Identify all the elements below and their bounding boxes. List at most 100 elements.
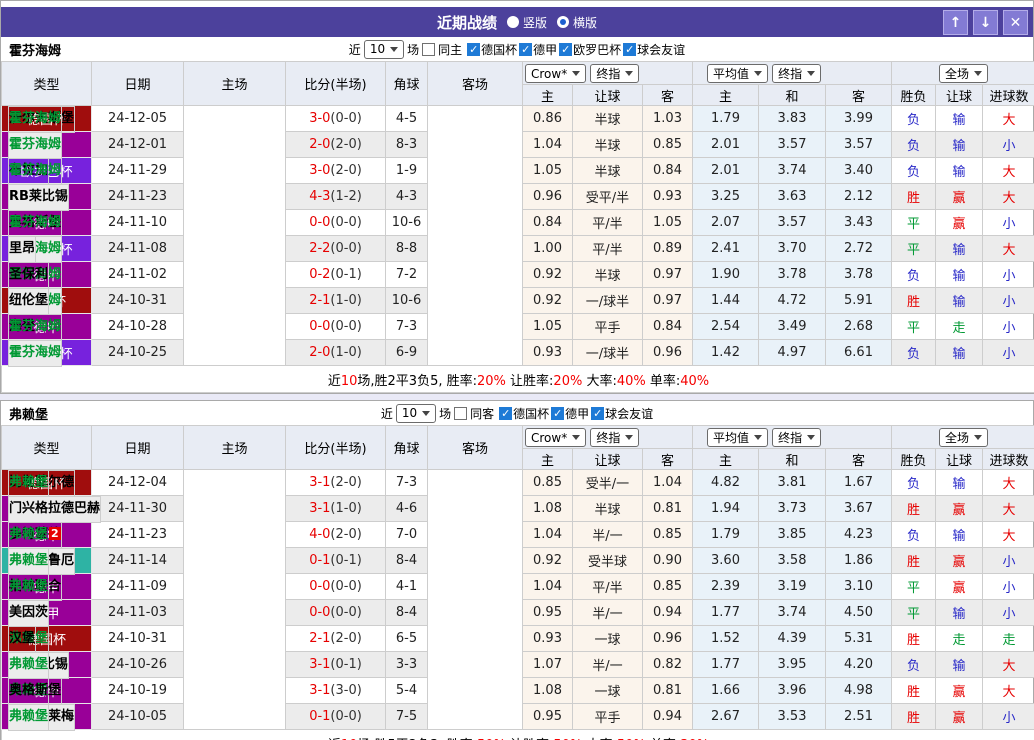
sub-header: 客 bbox=[642, 448, 693, 470]
match-count-select[interactable]: 10 bbox=[395, 403, 437, 423]
corner-score: 10-6 bbox=[385, 287, 428, 314]
table-row: 德甲24-11-03弗赖堡0-0(0-0)8-4美因茨0.95半/一0.941.… bbox=[1, 599, 1034, 627]
avg-time-select[interactable]: 终指 bbox=[772, 64, 822, 83]
league-checkbox[interactable] bbox=[559, 42, 573, 56]
league-label: 球会友谊 bbox=[637, 42, 686, 57]
result-goals: 大 bbox=[982, 521, 1034, 548]
table-row: 德甲 24-11-23 多特蒙德 4-0(2-0) 7-0 弗赖堡 2 1.04 半/一 0.85… bbox=[1, 521, 1034, 549]
league-checkbox[interactable] bbox=[499, 406, 513, 420]
league-checkbox[interactable] bbox=[623, 42, 637, 56]
close-button[interactable]: ✕ bbox=[1003, 10, 1028, 35]
avg-draw: 3.95 bbox=[758, 651, 826, 678]
score-cell: 0-1(0-0) bbox=[285, 703, 386, 730]
score-cell: 3-0(0-0) bbox=[285, 105, 386, 132]
handicap: 一/球半 bbox=[572, 287, 643, 314]
odds-away: 0.96 bbox=[642, 339, 693, 366]
result-handicap: 输 bbox=[935, 599, 984, 626]
avg-home: 2.54 bbox=[692, 313, 759, 340]
away-team: 霍芬海姆 bbox=[8, 339, 63, 367]
league-checkbox[interactable] bbox=[519, 42, 533, 56]
sub-header: 让球 bbox=[572, 84, 643, 106]
odds-time-select[interactable]: 终指 bbox=[590, 63, 640, 83]
match-date: 24-10-05 bbox=[91, 703, 184, 730]
handicap: 半球 bbox=[572, 261, 643, 288]
result-wdl: 胜 bbox=[891, 495, 937, 522]
avg-draw: 3.73 bbox=[758, 495, 826, 522]
matches-rows: 德国杯 24-12-05 沃尔夫斯堡 3-0(0-0) 4-5 霍芬海姆 0.86 半球 1.0… bbox=[1, 105, 1034, 367]
layout-radio-horizontal[interactable]: 横版 bbox=[557, 14, 597, 31]
scope-select[interactable]: 全场 bbox=[939, 428, 989, 447]
section-team-2: 弗赖堡 近 10 场 同客 德国杯德甲球会友谊 类型日期主场比 bbox=[0, 401, 1034, 740]
odds-time-select[interactable]: 终指 bbox=[590, 427, 640, 447]
league-checkbox[interactable] bbox=[591, 406, 605, 420]
odds-home: 1.08 bbox=[522, 495, 573, 522]
avg-away: 4.23 bbox=[824, 521, 893, 548]
match-date: 24-12-01 bbox=[91, 131, 184, 158]
odds-company-select[interactable]: Crow* bbox=[525, 64, 587, 84]
avg-home: 2.39 bbox=[692, 573, 759, 600]
chevron-down-icon bbox=[974, 71, 983, 76]
odds-away: 0.90 bbox=[642, 547, 693, 574]
result-wdl: 胜 bbox=[891, 677, 937, 704]
odds-away: 1.03 bbox=[642, 105, 693, 132]
avg-select[interactable]: 平均值 bbox=[707, 428, 769, 447]
league-checkbox[interactable] bbox=[551, 406, 565, 420]
avg-away: 2.51 bbox=[824, 703, 893, 730]
odds-home: 0.92 bbox=[522, 261, 573, 288]
odds-home: 0.95 bbox=[522, 703, 573, 730]
result-handicap: 输 bbox=[935, 157, 984, 184]
league-label: 欧罗巴杯 bbox=[573, 42, 622, 57]
odds-away: 1.05 bbox=[642, 209, 693, 236]
result-handicap: 输 bbox=[935, 235, 984, 262]
sub-header: 让球 bbox=[572, 448, 643, 470]
radio-horizontal-icon[interactable] bbox=[557, 16, 569, 28]
away-team: 奥格斯堡 bbox=[8, 677, 63, 705]
match-date: 24-11-14 bbox=[91, 547, 184, 574]
team-name: 弗赖堡 bbox=[9, 407, 49, 423]
move-down-button[interactable]: ↓ bbox=[973, 10, 998, 35]
avg-draw: 3.63 bbox=[758, 183, 826, 210]
score-cell: 3-1(0-1) bbox=[285, 651, 386, 678]
handicap: 半/一 bbox=[572, 521, 643, 548]
table-row: 德甲24-12-01美因茨2-0(2-0)8-3霍芬海姆1.04半球0.852.… bbox=[1, 131, 1034, 159]
score-cell: 2-1(1-0) bbox=[285, 287, 386, 314]
layout-radio-vertical[interactable]: 竖版 bbox=[506, 14, 547, 31]
odds-company-select[interactable]: Crow* bbox=[525, 428, 587, 448]
league-label: 德甲 bbox=[565, 406, 590, 421]
match-date: 24-11-10 bbox=[91, 209, 184, 236]
match-count-value: 10 bbox=[369, 42, 386, 56]
avg-away: 2.72 bbox=[824, 235, 893, 262]
column-header: 客场 bbox=[427, 425, 523, 470]
match-date: 24-11-03 bbox=[91, 599, 184, 626]
odds-away: 0.94 bbox=[642, 703, 693, 730]
league-checkboxes: 德国杯德甲欧罗巴杯球会友谊 bbox=[465, 41, 685, 58]
team-name: 霍芬海姆 bbox=[9, 43, 62, 59]
avg-draw: 4.72 bbox=[758, 287, 826, 314]
match-count-select[interactable]: 10 bbox=[363, 39, 405, 59]
table-row: 欧罗巴杯24-10-25波尔图2-0(1-0)6-9霍芬海姆0.93一/球半0.… bbox=[1, 339, 1034, 367]
avg-draw: 3.81 bbox=[758, 469, 826, 496]
radio-vertical-icon[interactable] bbox=[506, 16, 519, 28]
column-header: 日期 bbox=[91, 61, 184, 106]
avg-time-select[interactable]: 终指 bbox=[772, 428, 822, 447]
handicap: 平/半 bbox=[572, 235, 643, 262]
league-checkbox[interactable] bbox=[467, 42, 481, 56]
table-row: 德甲 24-11-02 霍芬海姆 0-2(0-1) 7-2 圣保利 0.92 半球 0.97 1.… bbox=[1, 261, 1034, 289]
radio-horizontal-label[interactable]: 横版 bbox=[573, 14, 597, 31]
result-handicap: 走 bbox=[935, 313, 984, 340]
result-handicap: 输 bbox=[935, 131, 984, 158]
avg-away: 3.43 bbox=[824, 209, 893, 236]
result-wdl: 平 bbox=[891, 209, 937, 236]
avg-away: 5.31 bbox=[824, 625, 893, 652]
league-label: 德甲 bbox=[533, 42, 558, 57]
score-cell: 3-1(1-0) bbox=[285, 495, 386, 522]
same-venue-checkbox[interactable] bbox=[454, 406, 468, 420]
move-up-button[interactable]: ↑ bbox=[943, 10, 968, 35]
radio-vertical-label[interactable]: 竖版 bbox=[523, 14, 547, 31]
corner-score: 8-4 bbox=[385, 547, 428, 574]
avg-draw: 4.39 bbox=[758, 625, 826, 652]
avg-select[interactable]: 平均值 bbox=[707, 64, 769, 83]
score-cell: 2-2(0-0) bbox=[285, 235, 386, 262]
scope-select[interactable]: 全场 bbox=[939, 64, 989, 83]
same-venue-checkbox[interactable] bbox=[422, 42, 436, 56]
